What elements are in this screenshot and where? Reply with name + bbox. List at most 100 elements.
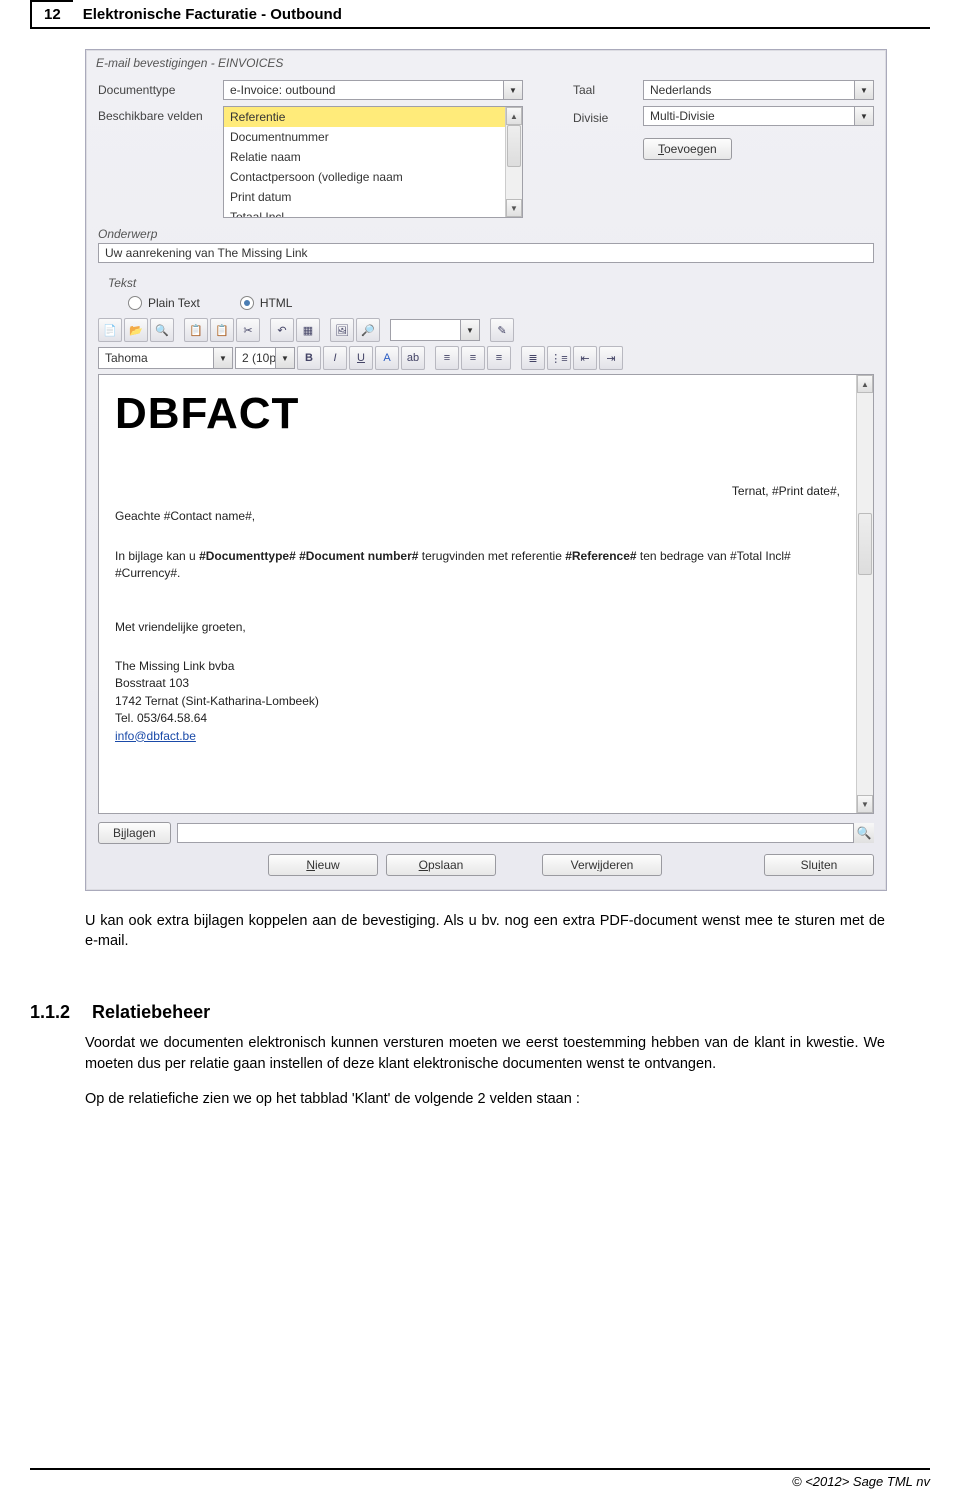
subject-input[interactable]: Uw aanrekening van The Missing Link xyxy=(98,243,874,263)
chevron-down-icon: ▼ xyxy=(854,107,873,125)
list-item[interactable]: Print datum xyxy=(224,187,505,207)
section-heading: 1.1.2 Relatiebeheer xyxy=(30,1002,930,1023)
attach-icon[interactable]: 🔎 xyxy=(356,318,380,342)
align-center-icon[interactable]: ≡ xyxy=(461,346,485,370)
highlight-icon[interactable]: ab xyxy=(401,346,425,370)
date-line: Ternat, #Print date#, xyxy=(115,483,840,500)
undo-icon[interactable]: ↶ xyxy=(270,318,294,342)
label-tekst: Tekst xyxy=(108,273,223,290)
preview-icon[interactable]: 🔍 xyxy=(150,318,174,342)
scroll-up-icon[interactable]: ▲ xyxy=(506,107,522,125)
scroll-thumb[interactable] xyxy=(507,125,521,167)
scroll-down-icon[interactable]: ▼ xyxy=(857,795,873,813)
fields-listbox[interactable]: Referentie Documentnummer Relatie naam C… xyxy=(223,106,523,218)
editor-toolbar-2: Tahoma ▼ 2 (10p ▼ B I U A ab ≡ ≡ ≡ ≣ ⋮≡ xyxy=(98,344,874,372)
outdent-icon[interactable]: ⇤ xyxy=(573,346,597,370)
signature-line: The Missing Link bvba xyxy=(115,658,840,675)
cut-icon[interactable]: ✂ xyxy=(236,318,260,342)
radio-html[interactable]: HTML xyxy=(240,296,293,310)
list-item[interactable]: Contactpersoon (volledige naam xyxy=(224,167,505,187)
scroll-up-icon[interactable]: ▲ xyxy=(857,375,873,393)
text-format-radios: Plain Text HTML xyxy=(98,292,874,316)
attachments-input[interactable] xyxy=(177,823,874,843)
add-button[interactable]: Toevoegen xyxy=(643,138,732,160)
closing-line: Met vriendelijke groeten, xyxy=(115,619,840,636)
page-title: Elektronische Facturatie - Outbound xyxy=(73,0,930,29)
html-editor[interactable]: DBFACT Ternat, #Print date#, Geachte #Co… xyxy=(98,374,874,814)
body-line: In bijlage kan u #Documenttype# #Documen… xyxy=(115,548,840,583)
list-item[interactable]: Relatie naam xyxy=(224,147,505,167)
label-documenttype: Documenttype xyxy=(98,80,213,97)
label-onderwerp: Onderwerp xyxy=(98,224,213,241)
documenttype-dropdown[interactable]: e-Invoice: outbound ▼ xyxy=(223,80,523,100)
bold-icon[interactable]: B xyxy=(297,346,321,370)
copy-icon[interactable]: 📋 xyxy=(184,318,208,342)
divisie-value: Multi-Divisie xyxy=(644,109,854,123)
section-title: Relatiebeheer xyxy=(92,1002,210,1023)
body-paragraph: U kan ook extra bijlagen koppelen aan de… xyxy=(85,911,885,952)
new-button[interactable]: Nieuw xyxy=(268,854,378,876)
paste-icon[interactable]: 📋 xyxy=(210,318,234,342)
font-size-dropdown[interactable]: 2 (10p ▼ xyxy=(235,347,295,369)
listbox-scrollbar[interactable]: ▲ ▼ xyxy=(505,107,522,217)
delete-button[interactable]: Verwijderen xyxy=(542,854,662,876)
label-beschikbare-velden: Beschikbare velden xyxy=(98,106,213,123)
taal-dropdown[interactable]: Nederlands ▼ xyxy=(643,80,874,100)
radio-label: HTML xyxy=(260,296,293,310)
font-name-dropdown[interactable]: Tahoma ▼ xyxy=(98,347,233,369)
label-divisie: Divisie xyxy=(573,108,633,125)
list-ordered-icon[interactable]: ≣ xyxy=(521,346,545,370)
indent-icon[interactable]: ⇥ xyxy=(599,346,623,370)
divisie-dropdown[interactable]: Multi-Divisie ▼ xyxy=(643,106,874,126)
radio-label: Plain Text xyxy=(148,296,200,310)
chevron-down-icon: ▼ xyxy=(460,320,479,340)
app-window: E-mail bevestigingen - EINVOICES Documen… xyxy=(85,49,887,891)
documenttype-value: e-Invoice: outbound xyxy=(224,83,503,97)
edit-icon[interactable]: ✎ xyxy=(490,318,514,342)
italic-icon[interactable]: I xyxy=(323,346,347,370)
signature-line: Bosstraat 103 xyxy=(115,675,840,692)
taal-value: Nederlands xyxy=(644,83,854,97)
label-taal: Taal xyxy=(573,80,633,97)
signature-line: 1742 Ternat (Sint-Katharina-Lombeek) xyxy=(115,693,840,710)
list-item[interactable]: Totaal Incl. xyxy=(224,207,505,217)
search-icon[interactable]: 🔍 xyxy=(853,823,874,843)
save-button[interactable]: Opslaan xyxy=(386,854,496,876)
redo-icon[interactable]: ▦ xyxy=(296,318,320,342)
font-color-icon[interactable]: A xyxy=(375,346,399,370)
radio-plain-text[interactable]: Plain Text xyxy=(128,296,200,310)
footer: © <2012> Sage TML nv xyxy=(30,1468,930,1489)
page-number: 12 xyxy=(30,0,73,29)
align-right-icon[interactable]: ≡ xyxy=(487,346,511,370)
editor-scrollbar[interactable]: ▲ ▼ xyxy=(856,375,873,813)
align-left-icon[interactable]: ≡ xyxy=(435,346,459,370)
signature-line: Tel. 053/64.58.64 xyxy=(115,710,840,727)
list-item[interactable]: Documentnummer xyxy=(224,127,505,147)
radio-icon xyxy=(128,296,142,310)
chevron-down-icon: ▼ xyxy=(275,348,294,368)
chevron-down-icon: ▼ xyxy=(503,81,522,99)
greeting-line: Geachte #Contact name#, xyxy=(115,508,840,525)
scroll-down-icon[interactable]: ▼ xyxy=(506,199,522,217)
chevron-down-icon: ▼ xyxy=(213,348,232,368)
font-size-value: 2 (10p xyxy=(236,351,275,365)
doc-header: 12 Elektronische Facturatie - Outbound xyxy=(30,0,930,29)
email-link[interactable]: info@dbfact.be xyxy=(115,729,196,743)
body-paragraph: Voordat we documenten elektronisch kunne… xyxy=(85,1033,885,1075)
image-icon[interactable]: 🖼 xyxy=(330,318,354,342)
chevron-down-icon: ▼ xyxy=(854,81,873,99)
style-dropdown[interactable]: ▼ xyxy=(390,319,480,341)
section-number: 1.1.2 xyxy=(30,1002,70,1023)
font-name-value: Tahoma xyxy=(99,351,213,365)
body-paragraph: Op de relatiefiche zien we op het tabbla… xyxy=(85,1089,885,1110)
new-file-icon[interactable]: 📄 xyxy=(98,318,122,342)
open-file-icon[interactable]: 📂 xyxy=(124,318,148,342)
underline-icon[interactable]: U xyxy=(349,346,373,370)
list-bullet-icon[interactable]: ⋮≡ xyxy=(547,346,571,370)
scroll-thumb[interactable] xyxy=(858,513,872,575)
attachments-button[interactable]: Bijlagen xyxy=(98,822,171,844)
list-item[interactable]: Referentie xyxy=(224,107,505,127)
window-title: E-mail bevestigingen - EINVOICES xyxy=(86,50,886,76)
close-button[interactable]: Sluiten xyxy=(764,854,874,876)
logo: DBFACT xyxy=(115,389,840,439)
